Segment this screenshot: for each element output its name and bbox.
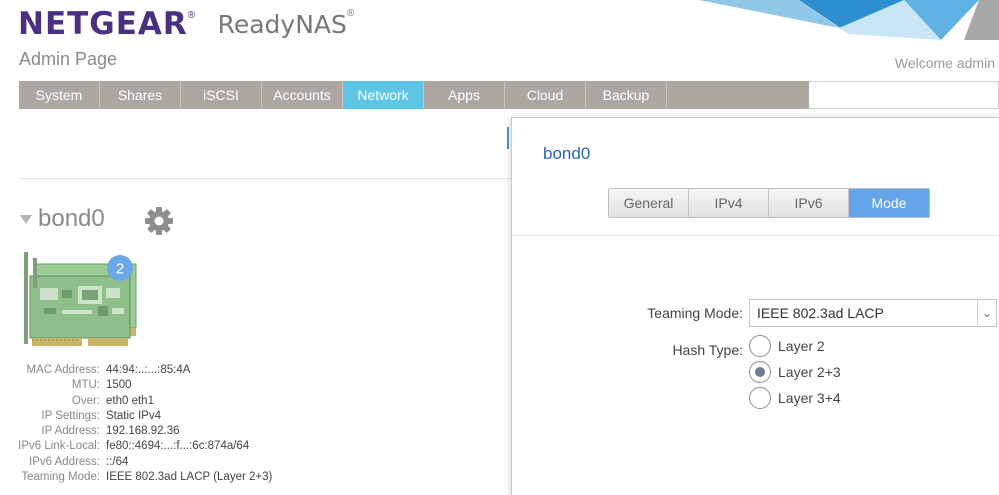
detail-value: 1500	[106, 379, 132, 392]
interface-details: MAC Address: 44:94:..:...:85:4A MTU: 1500 Ov…	[14, 363, 272, 485]
detail-value: fe80::4694:...:f...:6c:874a/64	[106, 440, 250, 453]
product-registered-mark: ®	[346, 8, 355, 19]
detail-value: 192.168.92.36	[106, 425, 180, 438]
detail-value: IEEE 802.3ad LACP (Layer 2+3)	[106, 471, 273, 484]
product-name: ReadyNAS	[217, 10, 347, 39]
detail-label: Teaming Mode:	[21, 471, 100, 484]
detail-label: IP Settings:	[41, 409, 100, 422]
detail-label: IPv6 Address:	[29, 455, 100, 468]
tab-general[interactable]: General	[609, 189, 689, 217]
detail-row: Teaming Mode: IEEE 802.3ad LACP (Layer 2+…	[14, 470, 272, 485]
teaming-mode-label: Teaming Mode:	[647, 305, 743, 321]
teaming-mode-select[interactable]: IEEE 802.3ad LACP ⌄	[749, 299, 997, 327]
nav-search-area[interactable]	[809, 81, 999, 109]
main-nav: System Shares iSCSI Accounts Network Apps Clou…	[19, 81, 999, 109]
detail-row: MAC Address: 44:94:..:...:85:4A	[14, 363, 272, 378]
detail-row: Over: eth0 eth1	[14, 394, 272, 409]
radio-label: Layer 2+3	[778, 364, 841, 380]
dialog-divider	[512, 235, 999, 236]
detail-label: IPv6 Link-Local:	[18, 440, 100, 453]
nav-tab-iscsi[interactable]: iSCSI	[181, 81, 262, 109]
dialog-title: bond0	[543, 144, 591, 163]
page-title: Admin Page	[19, 49, 118, 69]
gear-icon[interactable]	[144, 206, 174, 236]
detail-value: eth0 eth1	[106, 394, 154, 407]
tab-mode[interactable]: Mode	[849, 189, 929, 217]
interface-count-badge: 2	[116, 261, 124, 278]
brand-logo: NETGEAR® ReadyNAS®	[18, 6, 355, 42]
dialog-tabs: General IPv4 IPv6 Mode	[608, 188, 930, 218]
hash-type-radio[interactable]: Layer 2+3	[749, 361, 841, 383]
hash-type-radio[interactable]: Layer 2	[749, 335, 825, 357]
tab-ipv6[interactable]: IPv6	[769, 189, 849, 217]
brand-registered-mark: ®	[187, 10, 196, 21]
detail-value: ::/64	[106, 455, 129, 468]
detail-label: Over:	[71, 394, 100, 407]
detail-label: IP Address:	[41, 425, 100, 438]
tab-ipv4[interactable]: IPv4	[689, 189, 769, 217]
teaming-mode-value: IEEE 802.3ad LACP	[757, 305, 884, 321]
radio-label: Layer 2	[778, 338, 825, 354]
detail-row: MTU: 1500	[14, 378, 272, 393]
chevron-down-icon[interactable]: ⌄	[977, 300, 996, 326]
nav-tab-system[interactable]: System	[19, 81, 100, 109]
caret-down-icon[interactable]	[20, 214, 32, 224]
nav-tab-backup[interactable]: Backup	[586, 81, 667, 109]
detail-row: IP Address: 192.168.92.36	[14, 424, 272, 439]
nav-tab-shares[interactable]: Shares	[100, 81, 181, 109]
detail-value: 44:94:..:...:85:4A	[106, 364, 191, 376]
nav-tab-cloud[interactable]: Cloud	[505, 81, 586, 109]
detail-value: Static IPv4	[106, 409, 161, 422]
hash-type-label: Hash Type:	[672, 342, 743, 358]
hash-type-radio[interactable]: Layer 3+4	[749, 387, 841, 409]
radio-selected-dot	[755, 367, 765, 377]
detail-label: MTU:	[71, 379, 100, 392]
network-card-icon: 2	[24, 252, 137, 346]
interface-name: bond0	[38, 205, 105, 232]
radio-label: Layer 3+4	[778, 390, 841, 406]
radio-button[interactable]	[749, 387, 771, 409]
header-decoration	[699, 0, 999, 40]
divider	[19, 178, 511, 179]
detail-label: MAC Address:	[26, 364, 101, 376]
interface-header[interactable]: bond0	[20, 205, 105, 233]
interface-settings-dialog: bond0 General IPv4 IPv6 Mode Teaming Mode: …	[511, 117, 999, 495]
radio-button[interactable]	[749, 361, 771, 383]
nav-tab-accounts[interactable]: Accounts	[262, 81, 343, 109]
netgear-logo: NETGEAR	[18, 6, 188, 42]
detail-row: IPv6 Link-Local: fe80::4694:...:f...:6c:8…	[14, 439, 272, 454]
welcome-text: Welcome admin	[894, 55, 995, 71]
nav-filler	[667, 81, 809, 109]
radio-button[interactable]	[749, 335, 771, 357]
detail-row: IPv6 Address:::/64	[14, 455, 272, 470]
nav-tab-apps[interactable]: Apps	[424, 81, 505, 109]
detail-row: IP Settings: Static IPv4	[14, 409, 272, 424]
nav-tab-network[interactable]: Network	[343, 81, 424, 109]
nav-tabs: System Shares iSCSI Accounts Network Apps Clou…	[19, 81, 667, 109]
